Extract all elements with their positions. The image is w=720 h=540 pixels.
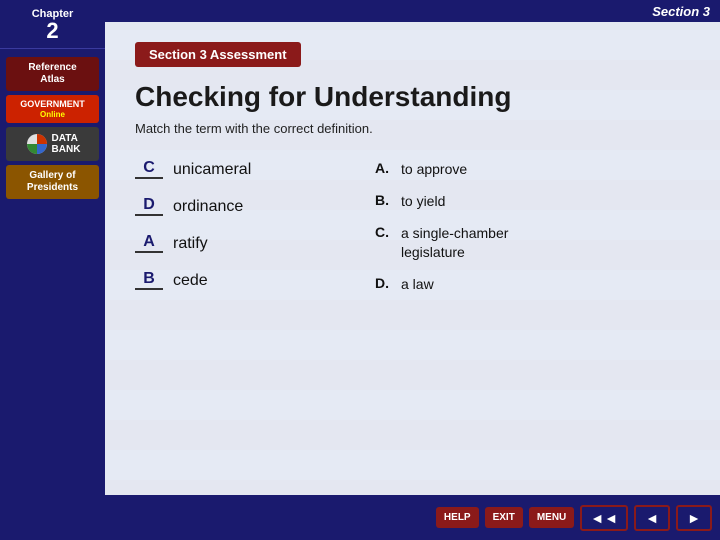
def-letter-d: D. [375, 275, 393, 291]
menu-button[interactable]: MENU [529, 507, 574, 528]
def-letter-a: A. [375, 160, 393, 176]
sidebar-nav: ReferenceAtlas GOVERNMENT Online DATA BA… [0, 49, 105, 207]
assessment-banner: Section 3 Assessment [135, 42, 301, 67]
word-ordinance: ordinance [173, 198, 243, 216]
sidebar-item-government-online[interactable]: GOVERNMENT Online [6, 95, 99, 123]
def-item-a: A. to approve [375, 160, 615, 178]
def-item-b: B. to yield [375, 192, 615, 210]
def-text-d: a law [401, 275, 434, 293]
chapter-box: Chapter 2 [0, 0, 105, 49]
def-text-a: to approve [401, 160, 467, 178]
gallery-label: Gallery ofPresidents [27, 170, 78, 193]
top-bar: Section 3 [0, 0, 720, 22]
word-cede: cede [173, 272, 208, 290]
sidebar: Chapter 2 ReferenceAtlas GOVERNMENT Onli… [0, 0, 105, 540]
data-bank-icon [25, 132, 49, 156]
match-item-ratify: A ratify [135, 234, 335, 253]
back-button[interactable]: ◄ [634, 505, 670, 531]
blank-ratify: A [135, 234, 163, 253]
match-container: C unicameral D ordinance A ratify B cede… [135, 160, 690, 293]
blank-ordinance: D [135, 197, 163, 216]
bank-label: BANK [52, 144, 81, 155]
bottom-nav-bar: HELP EXIT MENU ◄◄ ◄ ► [105, 495, 720, 540]
def-text-b: to yield [401, 192, 445, 210]
section-label: Section 3 [652, 4, 710, 19]
match-item-unicameral: C unicameral [135, 160, 335, 179]
gov-text: GOVERNMENT [20, 99, 85, 110]
word-unicameral: unicameral [173, 161, 251, 179]
chapter-number: 2 [4, 20, 101, 42]
match-right: A. to approve B. to yield C. a single-ch… [375, 160, 615, 293]
blank-cede: B [135, 271, 163, 290]
data-label: DATA [52, 133, 78, 144]
main-content: Section 3 Assessment Checking for Unders… [105, 22, 720, 540]
page-title: Checking for Understanding [135, 81, 690, 113]
exit-button[interactable]: EXIT [485, 507, 523, 528]
sidebar-item-data-bank[interactable]: DATA BANK [6, 127, 99, 161]
sidebar-item-reference-atlas[interactable]: ReferenceAtlas [6, 57, 99, 91]
def-letter-c: C. [375, 224, 393, 240]
online-text: Online [40, 110, 65, 120]
def-text-c: a single-chamberlegislature [401, 224, 508, 260]
def-item-d: D. a law [375, 275, 615, 293]
match-left: C unicameral D ordinance A ratify B cede [135, 160, 335, 293]
back-to-start-button[interactable]: ◄◄ [580, 505, 628, 531]
page-subtitle: Match the term with the correct definiti… [135, 121, 690, 136]
def-item-c: C. a single-chamberlegislature [375, 224, 615, 260]
blank-unicameral: C [135, 160, 163, 179]
match-item-cede: B cede [135, 271, 335, 290]
reference-atlas-label: ReferenceAtlas [28, 62, 76, 85]
forward-button[interactable]: ► [676, 505, 712, 531]
match-item-ordinance: D ordinance [135, 197, 335, 216]
word-ratify: ratify [173, 235, 208, 253]
sidebar-item-gallery[interactable]: Gallery ofPresidents [6, 165, 99, 199]
help-button[interactable]: HELP [436, 507, 479, 528]
data-bank-text: DATA BANK [52, 133, 81, 155]
def-letter-b: B. [375, 192, 393, 208]
